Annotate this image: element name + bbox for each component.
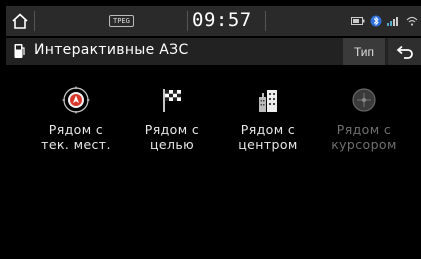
back-button[interactable] — [388, 38, 421, 65]
divider — [34, 11, 35, 31]
home-button[interactable] — [6, 6, 34, 36]
checkered-flag-icon — [163, 89, 181, 112]
divider — [265, 11, 266, 31]
home-icon — [12, 13, 28, 29]
signal-icon — [387, 17, 398, 26]
tpeg-indicator: TPEG — [109, 15, 134, 27]
current-location-icon — [62, 86, 90, 114]
option-near-city-center[interactable]: Рядом с центром — [220, 84, 316, 174]
option-label: Рядом с курсором — [331, 122, 397, 152]
option-near-destination[interactable]: Рядом с целью — [124, 84, 220, 174]
wifi-icon — [406, 16, 418, 26]
cursor-crosshair-icon — [352, 88, 376, 112]
status-bar: TPEG 09:57 — [6, 6, 421, 36]
option-near-current-location[interactable]: Рядом с тек. мест. — [28, 84, 124, 174]
page-title: Интерактивные АЗС — [34, 42, 189, 58]
option-near-cursor[interactable]: Рядом с курсором — [316, 84, 412, 174]
fuel-pump-icon — [14, 44, 25, 58]
divider — [187, 11, 188, 31]
screen: TPEG 09:57 Интерактивные АЗС Тип Рядом с… — [0, 0, 421, 259]
clock: 09:57 — [192, 9, 252, 31]
option-label: Рядом с целью — [144, 122, 200, 152]
search-options: Рядом с тек. мест. Рядом с целью Рядом с… — [6, 84, 421, 174]
city-buildings-icon — [259, 90, 277, 112]
battery-icon — [351, 17, 365, 25]
title-bar: Интерактивные АЗС Тип — [6, 38, 421, 65]
bluetooth-icon — [370, 15, 382, 27]
back-arrow-icon — [396, 45, 413, 59]
type-button[interactable]: Тип — [343, 38, 385, 65]
option-label: Рядом с центром — [238, 122, 298, 152]
option-label: Рядом с тек. мест. — [41, 122, 111, 152]
status-icons — [351, 13, 418, 29]
